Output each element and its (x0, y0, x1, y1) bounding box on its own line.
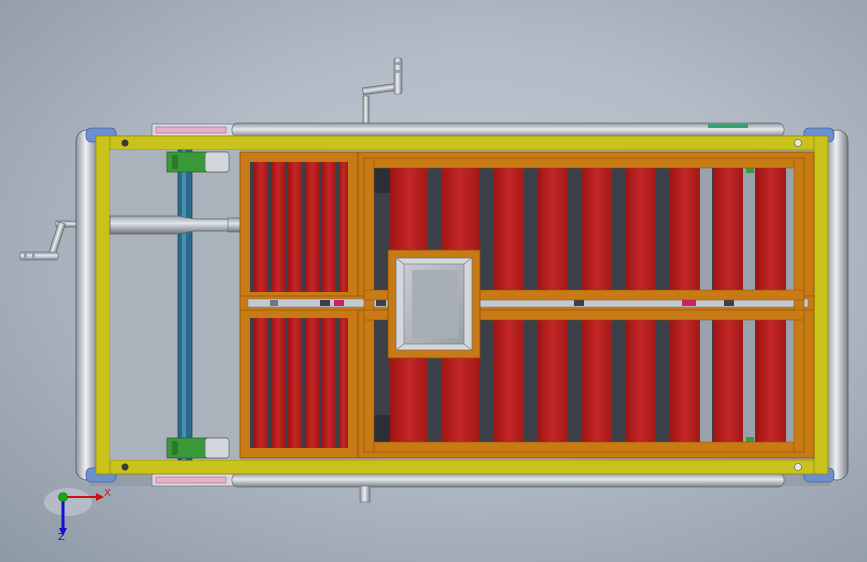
cad-model: X Z (19, 57, 849, 543)
cad-viewport[interactable]: X Z (0, 0, 867, 562)
open-bay (110, 150, 240, 460)
triad-z-label: Z (58, 532, 65, 543)
green-bracket-top (166, 151, 230, 173)
green-bracket-bottom (166, 437, 230, 459)
coordinate-triad-icon: X Z (44, 488, 111, 543)
left-slat-frame-bottom (239, 307, 359, 459)
left-slat-frame-top (239, 151, 359, 303)
top-crank-handle[interactable] (362, 57, 403, 125)
top-side-tube (151, 122, 785, 138)
center-hopper-box (387, 249, 481, 359)
bottom-side-tube (151, 472, 785, 503)
triad-x-label: X (104, 488, 111, 499)
blue-cross-bar (177, 149, 193, 461)
left-crank-handle[interactable] (19, 220, 81, 261)
drive-shaft (109, 215, 243, 235)
